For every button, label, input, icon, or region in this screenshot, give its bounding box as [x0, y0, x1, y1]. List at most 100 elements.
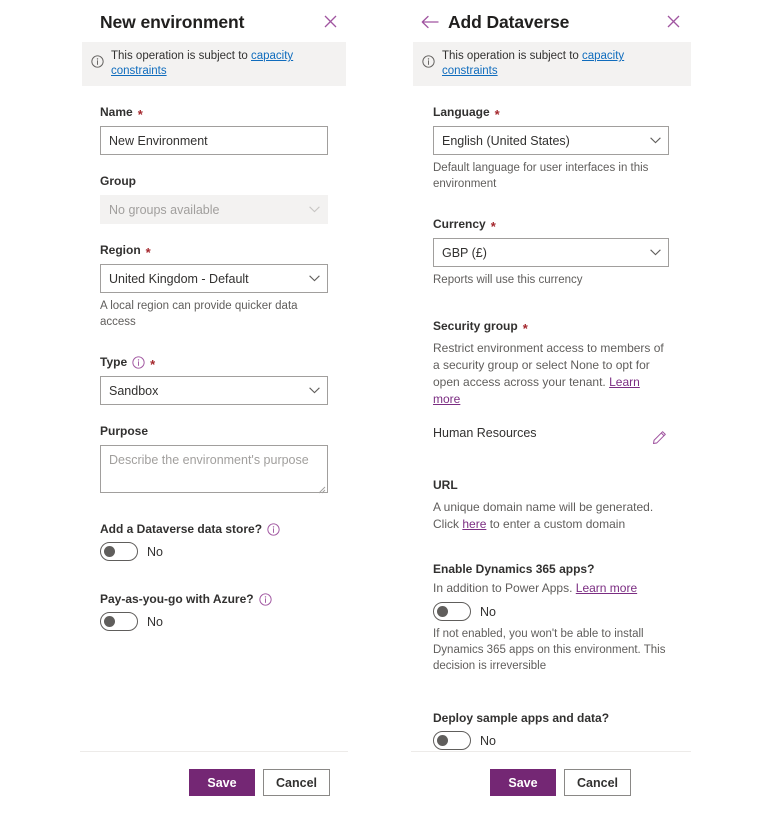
purpose-label: Purpose: [100, 424, 149, 438]
back-arrow-icon[interactable]: [419, 11, 441, 33]
url-description: A unique domain name will be generated. …: [433, 500, 654, 531]
dynamics-toggle-helper-text: If not enabled, you won't be able to ins…: [433, 628, 666, 672]
url-label: URL: [433, 478, 458, 492]
dataverse-toggle-row: No: [100, 542, 328, 561]
required-asterisk: *: [150, 356, 156, 372]
security-group-description: Restrict environment access to members o…: [433, 341, 664, 406]
sample-apps-toggle-label: Deploy sample apps and data?: [433, 711, 610, 725]
required-asterisk: *: [145, 244, 151, 260]
dataverse-toggle-label: Add a Dataverse data store?: [100, 521, 328, 538]
chevron-down-icon: [309, 275, 320, 282]
screen-root: New environment This operation is subjec…: [0, 0, 771, 816]
toggle-knob: [104, 616, 115, 627]
cancel-button[interactable]: Cancel: [564, 769, 631, 796]
language-helper-text: Default language for user interfaces in …: [433, 162, 649, 190]
capacity-banner: This operation is subject to capacity co…: [82, 42, 346, 86]
dynamics-toggle-label: Enable Dynamics 365 apps?: [433, 562, 595, 576]
name-input[interactable]: New Environment: [100, 126, 328, 155]
security-group-value-row: Human Resources: [433, 417, 669, 449]
banner-text: This operation is subject to capacity co…: [442, 50, 625, 77]
dataverse-toggle-block: Add a Dataverse data store? No: [100, 521, 328, 561]
security-group-label: Security group *: [433, 319, 528, 336]
page-title: New environment: [100, 12, 245, 32]
field-security-group: Security group * Restrict environment ac…: [433, 318, 669, 449]
sample-apps-toggle-row: No: [433, 731, 669, 750]
field-region: Region * United Kingdom - Default A loca…: [100, 242, 328, 330]
close-icon[interactable]: [318, 9, 342, 33]
region-dropdown[interactable]: United Kingdom - Default: [100, 264, 328, 293]
left-panel-body: Name * New Environment Group No groups a…: [80, 86, 348, 751]
required-asterisk: *: [490, 218, 496, 234]
purpose-placeholder: Describe the environment's purpose: [109, 453, 309, 467]
dynamics-learn-more-link[interactable]: Learn more: [576, 581, 637, 595]
chevron-down-icon: [650, 137, 661, 144]
save-button[interactable]: Save: [490, 769, 556, 796]
payg-toggle-label: Pay-as-you-go with Azure?: [100, 591, 328, 608]
save-button[interactable]: Save: [189, 769, 255, 796]
name-label: Name *: [100, 105, 143, 122]
toggle-knob: [437, 735, 448, 746]
type-label: Type *: [100, 355, 156, 372]
left-panel-header: New environment: [80, 0, 348, 42]
chevron-down-icon: [650, 249, 661, 256]
security-group-value: Human Resources: [433, 426, 537, 440]
region-dropdown-value: United Kingdom - Default: [109, 271, 249, 286]
currency-label: Currency *: [433, 217, 496, 234]
dynamics-toggle-row: No: [433, 602, 669, 621]
field-purpose: Purpose Describe the environment's purpo…: [100, 423, 328, 494]
payg-toggle-block: Pay-as-you-go with Azure? No: [100, 591, 328, 631]
group-label: Group: [100, 174, 136, 188]
region-helper-text: A local region can provide quicker data …: [100, 300, 298, 328]
required-asterisk: *: [494, 106, 500, 122]
chevron-down-icon: [309, 206, 320, 213]
capacity-banner: This operation is subject to capacity co…: [413, 42, 691, 86]
custom-domain-here-link[interactable]: here: [462, 517, 486, 531]
info-icon[interactable]: [132, 356, 145, 369]
page-title: Add Dataverse: [448, 12, 570, 32]
dynamics-toggle-block: Enable Dynamics 365 apps? In addition to…: [433, 561, 669, 674]
cancel-button[interactable]: Cancel: [263, 769, 330, 796]
dataverse-toggle-state: No: [147, 544, 163, 559]
right-panel-header: Add Dataverse: [411, 0, 691, 42]
field-currency: Currency * GBP (£) Reports will use this…: [433, 216, 669, 288]
payg-toggle-switch[interactable]: [100, 612, 138, 631]
field-language: Language * English (United States) Defau…: [433, 104, 669, 192]
sample-apps-toggle-state: No: [480, 733, 496, 748]
info-icon: [422, 55, 435, 73]
info-icon: [91, 55, 104, 73]
payg-toggle-row: No: [100, 612, 328, 631]
left-panel-footer: Save Cancel: [80, 751, 348, 816]
info-icon[interactable]: [267, 523, 280, 536]
language-dropdown[interactable]: English (United States): [433, 126, 669, 155]
right-panel-body: Language * English (United States) Defau…: [411, 86, 691, 751]
required-asterisk: *: [137, 106, 143, 122]
field-url: URL A unique domain name will be generat…: [433, 477, 669, 533]
resize-handle-icon[interactable]: [317, 482, 326, 494]
group-dropdown-value: No groups available: [109, 202, 220, 217]
payg-toggle-state: No: [147, 614, 163, 629]
right-panel-footer: Save Cancel: [411, 751, 691, 816]
purpose-textarea[interactable]: Describe the environment's purpose: [100, 445, 328, 494]
pencil-icon[interactable]: [647, 425, 671, 449]
language-dropdown-value: English (United States): [442, 133, 570, 148]
add-dataverse-panel: Add Dataverse This operation is subject …: [411, 0, 691, 816]
region-label: Region *: [100, 243, 151, 260]
type-dropdown-value: Sandbox: [109, 383, 159, 398]
dynamics-toggle-switch[interactable]: [433, 602, 471, 621]
sample-apps-toggle-block: Deploy sample apps and data? No: [433, 710, 669, 750]
dataverse-toggle-switch[interactable]: [100, 542, 138, 561]
toggle-knob: [437, 606, 448, 617]
type-dropdown[interactable]: Sandbox: [100, 376, 328, 405]
toggle-knob: [104, 546, 115, 557]
field-group: Group No groups available: [100, 173, 328, 224]
currency-helper-text: Reports will use this currency: [433, 274, 583, 286]
sample-apps-toggle-switch[interactable]: [433, 731, 471, 750]
field-name: Name * New Environment: [100, 104, 328, 155]
info-icon[interactable]: [258, 593, 272, 606]
currency-dropdown[interactable]: GBP (£): [433, 238, 669, 267]
new-environment-panel: New environment This operation is subjec…: [80, 0, 348, 816]
field-type: Type * Sandbox: [100, 354, 328, 405]
close-icon[interactable]: [661, 9, 685, 33]
required-asterisk: *: [522, 320, 528, 336]
banner-text: This operation is subject to capacity co…: [111, 50, 294, 77]
